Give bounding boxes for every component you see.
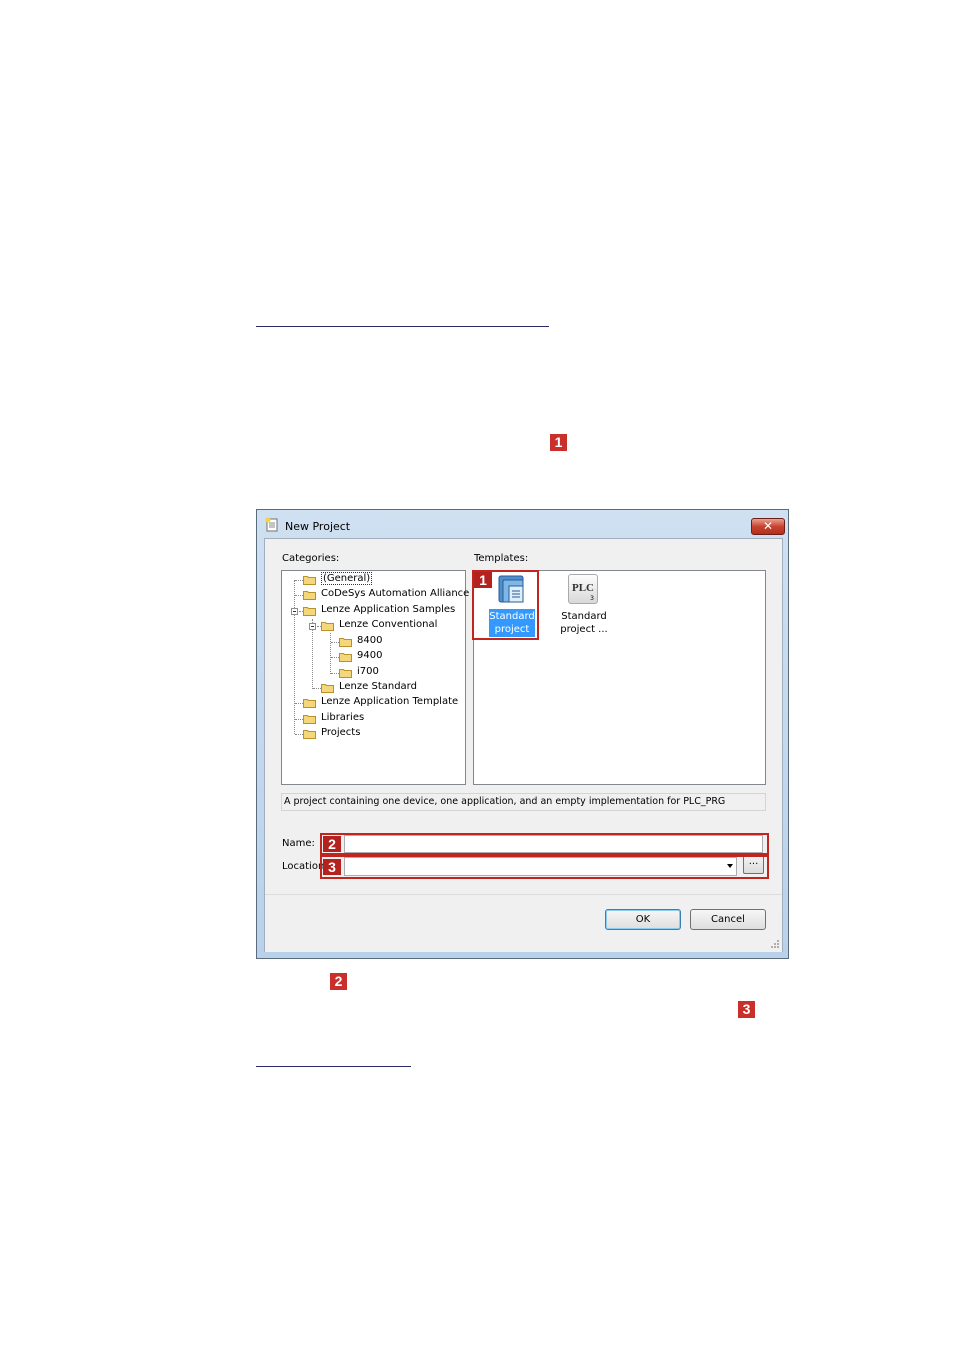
tree-line [331,673,339,674]
marker-1-template: 1 [474,572,492,588]
highlight-frame-3 [320,855,769,879]
folder-icon [303,715,316,724]
tree-line [331,642,339,643]
tree-item-label: CoDeSys Automation Alliance [321,588,470,599]
dialog-body: Categories: Templates: (General) CoDeSys… [264,538,783,952]
tree-item-label: 8400 [357,635,383,646]
highlight-frame-2 [320,833,769,855]
tree-line [295,703,303,704]
tree-item-label: Libraries [321,712,365,723]
tree-item-label: Lenze Application Samples [321,604,456,615]
cancel-button[interactable]: Cancel [690,909,766,930]
template-label-line2: project ... [560,624,608,635]
folder-icon [339,653,352,662]
tree-line [294,580,295,734]
close-icon: ✕ [762,519,774,533]
new-project-dialog: New Project ✕ Categories: Templates: (Ge… [256,509,789,959]
tree-line [295,734,303,735]
categories-tree[interactable]: (General) CoDeSys Automation Alliance Le… [281,570,470,785]
name-label: Name: [282,838,315,849]
template-label-line1: Standard [561,611,607,622]
folder-icon [321,622,334,631]
template-description: A project containing one device, one app… [281,793,766,811]
marker-3: 3 [738,1001,755,1018]
collapse-toggle[interactable] [309,623,316,630]
folder-icon [303,607,316,616]
ok-button[interactable]: OK [605,909,681,930]
marker-3-location: 3 [323,859,341,875]
tree-line [313,688,321,689]
folder-icon [303,576,316,585]
folder-icon [339,638,352,647]
tree-item-label: Lenze Standard [339,681,417,692]
collapse-toggle[interactable] [291,608,298,615]
folder-icon [303,699,316,708]
resize-grip-icon[interactable] [770,939,780,949]
tree-item-label: Lenze Conventional [339,619,438,630]
folder-icon [321,684,334,693]
folder-icon [339,669,352,678]
tree-item-label: Projects [321,727,361,738]
tree-line [331,657,339,658]
template-standard-project-plc3[interactable]: PLC 3 Standard project ... [554,574,614,638]
folder-icon [303,591,316,600]
title-bar[interactable]: New Project ✕ [257,510,788,538]
new-project-icon [265,517,278,532]
tree-item-label: i700 [357,666,379,677]
folder-icon [303,730,316,739]
link-underline-top[interactable] [256,326,549,327]
tree-item-label: Lenze Application Template [321,696,459,707]
location-label: Location [282,861,325,872]
dialog-title: New Project [285,520,351,533]
marker-2-name: 2 [323,836,341,852]
tree-line [295,719,303,720]
tree-line [330,633,331,674]
tree-line [295,580,303,581]
tree-line [295,595,303,596]
categories-label: Categories: [282,553,340,564]
templates-label: Templates: [474,553,529,564]
description-text: A project containing one device, one app… [284,796,726,807]
tree-item-label: 9400 [357,650,383,661]
marker-1: 1 [550,434,567,451]
marker-2: 2 [330,973,347,990]
plc-icon: PLC 3 [568,574,598,604]
link-underline-bottom[interactable] [256,1066,411,1067]
close-button[interactable]: ✕ [751,518,785,535]
tree-item-label: (General) [321,572,373,585]
